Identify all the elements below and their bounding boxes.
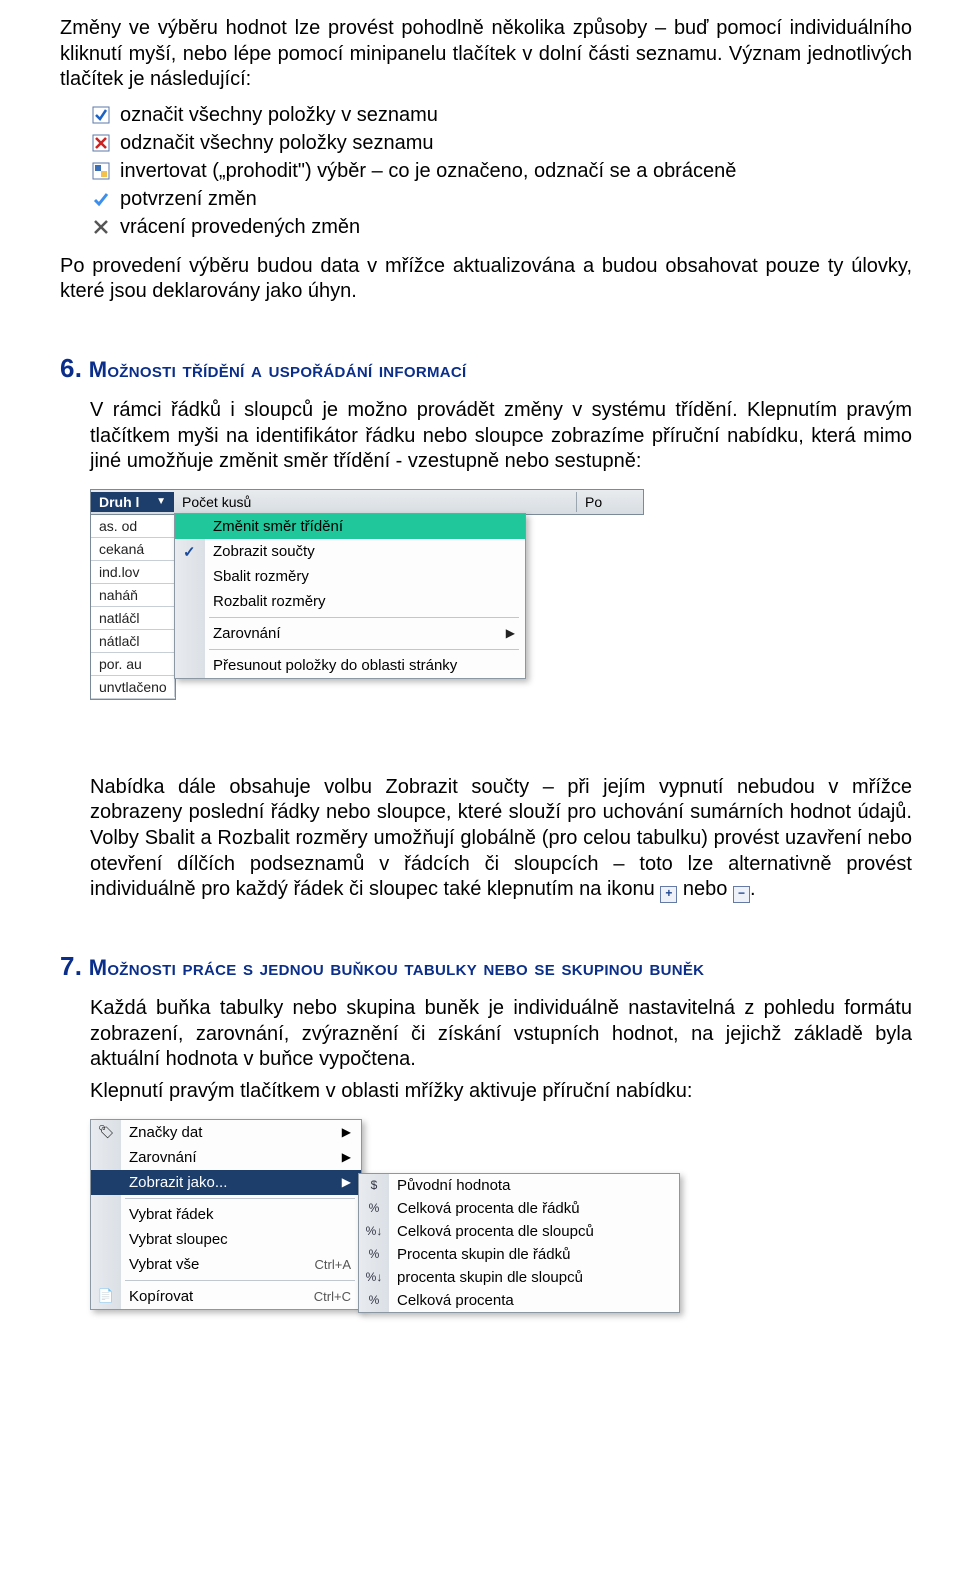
menu-separator bbox=[209, 649, 519, 650]
dollar-icon: $ bbox=[365, 1176, 383, 1194]
column-context-menu: Změnit směr třídění ✓ Zobrazit součty Sb… bbox=[174, 513, 526, 679]
table-row: por. au bbox=[91, 654, 175, 674]
icon-desc: odznačit všechny položky seznamu bbox=[120, 131, 434, 156]
menu-separator bbox=[125, 1280, 355, 1281]
menu-item-change-sort[interactable]: Změnit směr třídění bbox=[175, 514, 525, 539]
icon-desc: vrácení provedených změn bbox=[120, 215, 360, 240]
uncheck-all-icon bbox=[90, 132, 112, 154]
menu-item-data-marks[interactable]: 🏷 Značky dat ▶ bbox=[91, 1120, 361, 1145]
paragraph-cell-intro: Každá buňka tabulky nebo skupina buněk j… bbox=[90, 996, 912, 1073]
show-as-submenu: $ Původní hodnota % Celková procenta dle… bbox=[358, 1173, 680, 1313]
section-6-heading: 6. Možnosti třídění a uspořádání informa… bbox=[60, 353, 912, 384]
menu-item-show-as[interactable]: Zobrazit jako... ▶ bbox=[91, 1170, 361, 1195]
grid-header-pocet[interactable]: Počet kusů bbox=[174, 492, 577, 512]
menu-item-show-totals[interactable]: ✓ Zobrazit součty bbox=[175, 539, 525, 564]
table-row: cekaná bbox=[91, 539, 175, 559]
confirm-icon bbox=[90, 188, 112, 210]
button-meaning-list: označit všechny položky v seznamu odznač… bbox=[90, 103, 912, 240]
cell-context-menu: 🏷 Značky dat ▶ Zarovnání ▶ Zobrazit jako… bbox=[90, 1119, 362, 1310]
table-row: natláčl bbox=[91, 608, 175, 628]
menu-item-select-row[interactable]: Vybrat řádek bbox=[91, 1202, 361, 1227]
submenu-item[interactable]: %↓ Celková procenta dle sloupců bbox=[359, 1220, 679, 1243]
revert-icon bbox=[90, 216, 112, 238]
submenu-item[interactable]: % Procenta skupin dle řádků bbox=[359, 1243, 679, 1266]
menu-item-copy[interactable]: 📄 Kopírovat Ctrl+C bbox=[91, 1284, 361, 1309]
invert-selection-icon bbox=[90, 160, 112, 182]
table-row: ind.lov bbox=[91, 562, 175, 582]
paragraph-intro: Změny ve výběru hodnot lze provést pohod… bbox=[60, 16, 912, 93]
expand-icon: + bbox=[660, 886, 677, 903]
menu-item-move-to-page[interactable]: Přesunout položky do oblasti stránky bbox=[175, 653, 525, 678]
icon-desc: potvrzení změn bbox=[120, 187, 257, 212]
icon-desc: invertovat („prohodit") výběr – co je oz… bbox=[120, 159, 736, 184]
grid-header-druh[interactable]: Druh l ▼ bbox=[91, 492, 175, 512]
menu-item-select-col[interactable]: Vybrat sloupec bbox=[91, 1227, 361, 1252]
check-icon: ✓ bbox=[183, 543, 196, 561]
table-row: naháň bbox=[91, 585, 175, 605]
menu-item-select-all[interactable]: Vybrat vše Ctrl+A bbox=[91, 1252, 361, 1277]
menu-separator bbox=[125, 1198, 355, 1199]
chevron-right-icon: ▶ bbox=[342, 1125, 351, 1139]
paragraph-sort-intro: V rámci řádků i sloupců je možno provádě… bbox=[90, 398, 912, 475]
collapse-icon: − bbox=[733, 886, 750, 903]
chevron-right-icon: ▶ bbox=[506, 626, 515, 640]
chevron-right-icon: ▶ bbox=[342, 1175, 351, 1189]
cell-context-menu-screenshot: 🏷 Značky dat ▶ Zarovnání ▶ Zobrazit jako… bbox=[90, 1119, 730, 1339]
submenu-item[interactable]: $ Původní hodnota bbox=[359, 1174, 679, 1197]
tag-icon: 🏷 bbox=[97, 1123, 115, 1141]
menu-item-collapse[interactable]: Sbalit rozměry bbox=[175, 564, 525, 589]
section-7-heading: 7. Možnosti práce s jednou buňkou tabulk… bbox=[60, 951, 912, 982]
icon-desc: označit všechny položky v seznamu bbox=[120, 103, 438, 128]
shortcut-label: Ctrl+C bbox=[314, 1289, 351, 1304]
percent-icon: %↓ bbox=[365, 1268, 383, 1286]
submenu-item[interactable]: % Celková procenta dle řádků bbox=[359, 1197, 679, 1220]
menu-item-alignment[interactable]: Zarovnání ▶ bbox=[91, 1145, 361, 1170]
copy-icon: 📄 bbox=[97, 1287, 115, 1305]
menu-item-alignment[interactable]: Zarovnání ▶ bbox=[175, 621, 525, 646]
chevron-right-icon: ▶ bbox=[342, 1150, 351, 1164]
menu-separator bbox=[209, 617, 519, 618]
table-row: nátlačl bbox=[91, 631, 175, 651]
sort-context-menu-screenshot: Druh l ▼ as. od cekaná ind.lov naháň nat… bbox=[90, 489, 690, 739]
menu-item-expand[interactable]: Rozbalit rozměry bbox=[175, 589, 525, 614]
shortcut-label: Ctrl+A bbox=[315, 1257, 351, 1272]
percent-icon: % bbox=[365, 1199, 383, 1217]
grid-header-po[interactable]: Po bbox=[577, 492, 643, 512]
percent-icon: %↓ bbox=[365, 1222, 383, 1240]
table-row: as. od bbox=[91, 516, 175, 536]
check-all-icon bbox=[90, 104, 112, 126]
percent-icon: % bbox=[365, 1245, 383, 1263]
table-row: unvtlačeno bbox=[91, 677, 175, 697]
paragraph-sort-details: Nabídka dále obsahuje volbu Zobrazit sou… bbox=[90, 775, 912, 903]
submenu-item[interactable]: %↓ procenta skupin dle sloupců bbox=[359, 1266, 679, 1289]
paragraph-cell-menu: Klepnutí pravým tlačítkem v oblasti mříž… bbox=[90, 1079, 912, 1105]
percent-icon: % bbox=[365, 1291, 383, 1309]
paragraph-after-selection: Po provedení výběru budou data v mřížce … bbox=[60, 254, 912, 305]
submenu-item[interactable]: % Celková procenta bbox=[359, 1289, 679, 1312]
